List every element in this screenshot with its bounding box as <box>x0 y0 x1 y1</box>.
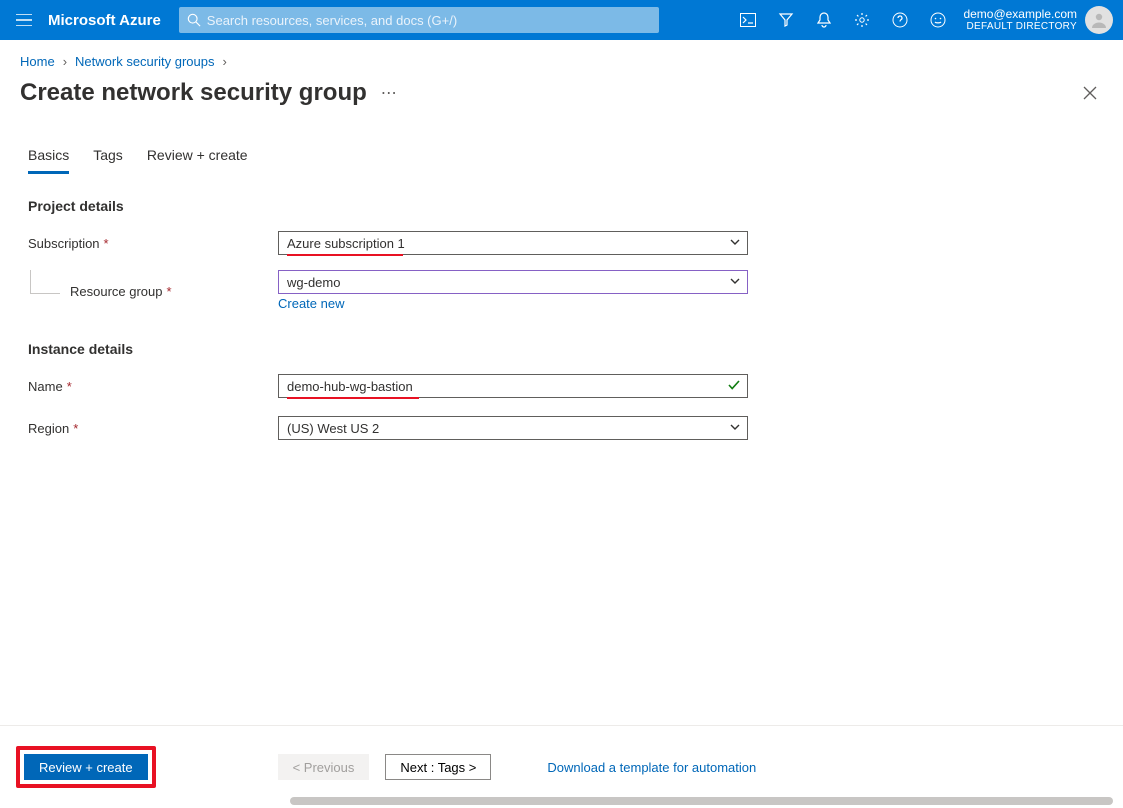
next-button[interactable]: Next : Tags > <box>385 754 491 780</box>
wizard-footer: Review + create < Previous Next : Tags >… <box>0 726 1123 808</box>
search-icon <box>187 13 201 27</box>
highlight-underline <box>287 254 403 256</box>
settings-gear-icon[interactable] <box>843 0 881 40</box>
breadcrumb: Home › Network security groups › <box>0 40 1123 75</box>
breadcrumb-nsg[interactable]: Network security groups <box>75 54 214 69</box>
hamburger-menu-icon[interactable] <box>0 0 48 40</box>
directory-filter-icon[interactable] <box>767 0 805 40</box>
name-value: demo-hub-wg-bastion <box>287 379 413 394</box>
download-template-link[interactable]: Download a template for automation <box>547 760 756 775</box>
chevron-down-icon <box>729 421 741 433</box>
region-value: (US) West US 2 <box>287 421 379 436</box>
chevron-right-icon: › <box>63 54 67 69</box>
region-label: Region* <box>28 421 278 436</box>
form-tabs: Basics Tags Review + create <box>0 107 1123 174</box>
highlight-underline <box>287 397 419 399</box>
notifications-icon[interactable] <box>805 0 843 40</box>
create-new-link[interactable]: Create new <box>278 296 344 311</box>
basics-form: Project details Subscription* Azure subs… <box>0 174 1123 443</box>
resource-group-label: Resource group* <box>28 284 278 299</box>
subscription-select[interactable]: Azure subscription 1 <box>278 231 748 255</box>
subscription-value: Azure subscription 1 <box>287 236 405 251</box>
global-search-input[interactable] <box>207 13 651 28</box>
account-menu[interactable]: demo@example.com DEFAULT DIRECTORY <box>957 6 1123 34</box>
check-icon <box>727 378 741 392</box>
section-instance-details: Instance details <box>28 341 1095 357</box>
highlight-box: Review + create <box>16 746 156 788</box>
tab-review-create[interactable]: Review + create <box>147 147 248 174</box>
chevron-down-icon <box>729 275 741 287</box>
global-search[interactable] <box>179 7 659 33</box>
avatar-icon <box>1085 6 1113 34</box>
feedback-icon[interactable] <box>919 0 957 40</box>
close-icon[interactable] <box>1077 80 1103 106</box>
resource-group-value: wg-demo <box>287 275 340 290</box>
region-select[interactable]: (US) West US 2 <box>278 416 748 440</box>
page-title: Create network security group <box>20 79 367 107</box>
name-label: Name* <box>28 379 278 394</box>
chevron-down-icon <box>729 236 741 248</box>
account-email: demo@example.com <box>963 8 1077 21</box>
tab-tags[interactable]: Tags <box>93 147 123 174</box>
breadcrumb-home[interactable]: Home <box>20 54 55 69</box>
resource-group-select[interactable]: wg-demo <box>278 270 748 294</box>
name-input[interactable]: demo-hub-wg-bastion <box>278 374 748 398</box>
account-directory: DEFAULT DIRECTORY <box>963 21 1077 32</box>
previous-button: < Previous <box>278 754 370 780</box>
top-utility-icons <box>729 0 957 40</box>
tab-basics[interactable]: Basics <box>28 147 69 174</box>
section-project-details: Project details <box>28 198 1095 214</box>
page-title-row: Create network security group ⋯ <box>0 75 1123 107</box>
more-actions-icon[interactable]: ⋯ <box>381 83 397 103</box>
horizontal-scrollbar[interactable] <box>290 797 1113 805</box>
chevron-right-icon: › <box>222 54 226 69</box>
subscription-label: Subscription* <box>28 236 278 251</box>
brand-label[interactable]: Microsoft Azure <box>48 12 179 29</box>
azure-top-bar: Microsoft Azure demo@example.com DEFAULT… <box>0 0 1123 40</box>
review-create-button[interactable]: Review + create <box>24 754 148 780</box>
cloud-shell-icon[interactable] <box>729 0 767 40</box>
help-icon[interactable] <box>881 0 919 40</box>
tree-connector-icon <box>30 270 60 294</box>
